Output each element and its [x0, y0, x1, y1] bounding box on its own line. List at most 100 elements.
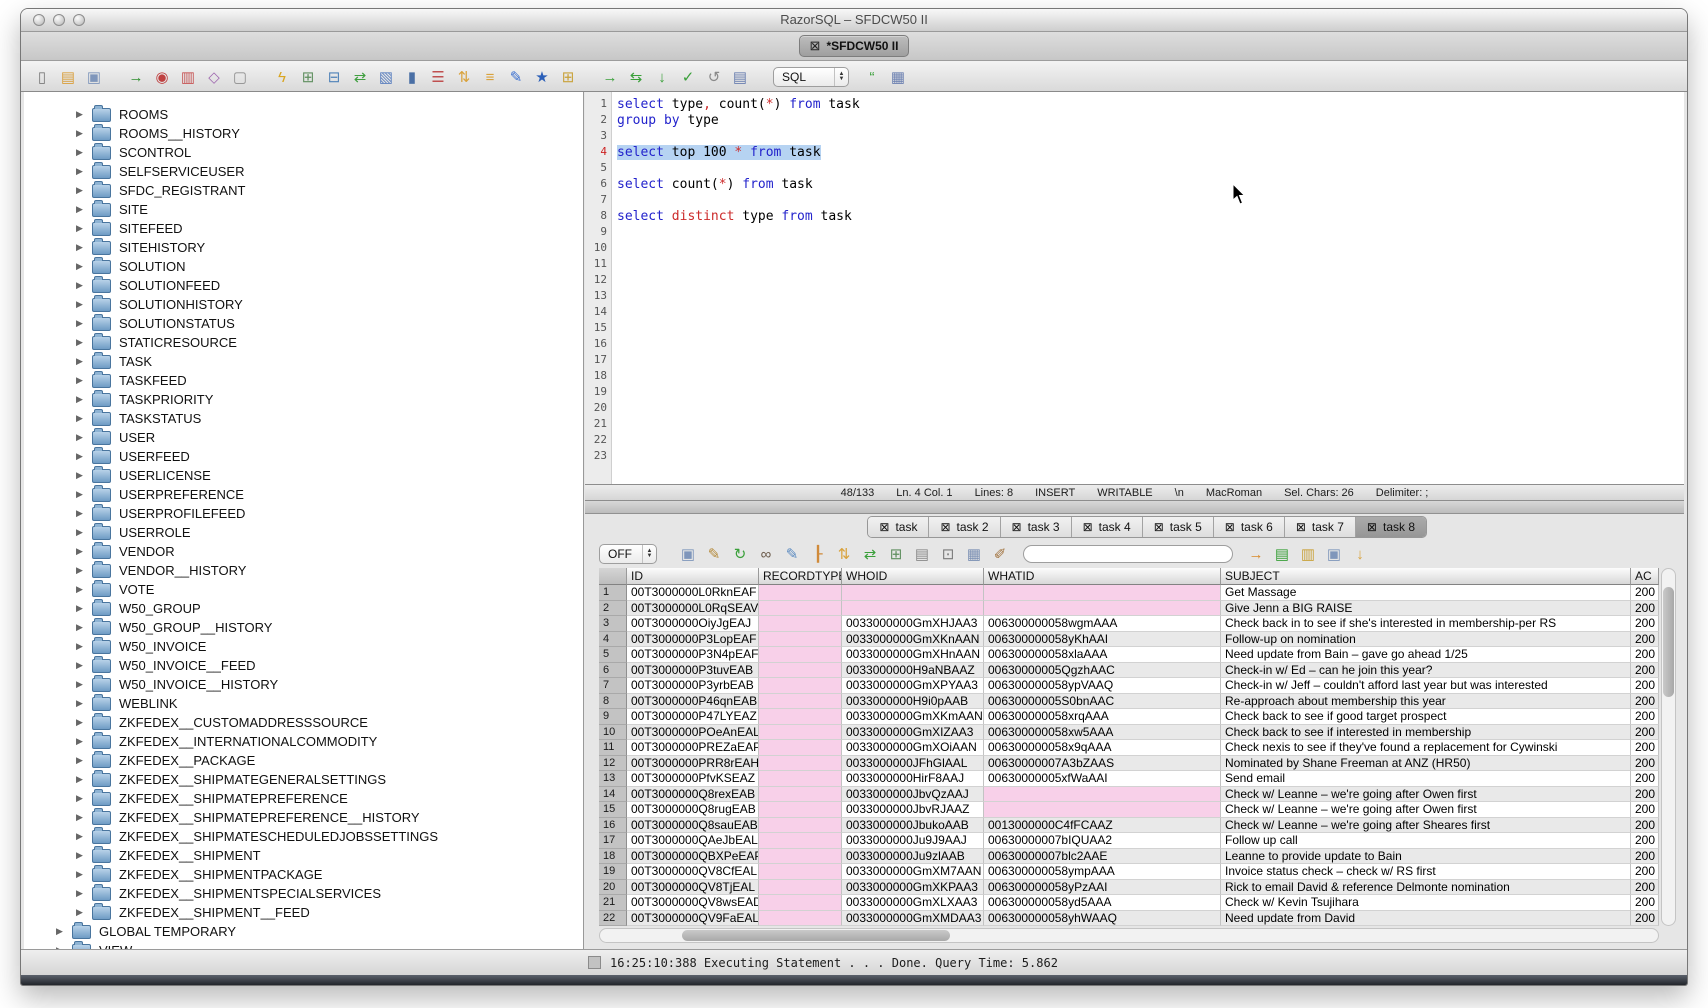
disclosure-triangle-icon[interactable]: ▶ — [74, 432, 85, 443]
cell-recordtypeid[interactable] — [759, 632, 842, 648]
tree-item-userfeed[interactable]: ▶USERFEED — [24, 447, 583, 466]
disclosure-triangle-icon[interactable]: ▶ — [74, 337, 85, 348]
cell-recordtypeid[interactable] — [759, 787, 842, 803]
close-tab-icon[interactable]: ⊠ — [940, 520, 950, 534]
tree-item-zkfedex-shipment[interactable]: ▶ZKFEDEX__SHIPMENT — [24, 846, 583, 865]
tree-item-w50-group-history[interactable]: ▶W50_GROUP__HISTORY — [24, 618, 583, 637]
stepper-icon[interactable]: ▲▼ — [642, 545, 656, 563]
disclosure-triangle-icon[interactable]: ▶ — [74, 128, 85, 139]
cell-ac[interactable]: 200 — [1631, 756, 1659, 772]
cell-recordtypeid[interactable] — [759, 601, 842, 617]
title-bar[interactable]: RazorSQL – SFDCW50 II — [21, 9, 1687, 32]
cell-id[interactable]: 00T3000000P47LYEAZ — [627, 709, 759, 725]
tree-item-taskpriority[interactable]: ▶TASKPRIORITY — [24, 390, 583, 409]
row-number[interactable]: 9 — [599, 709, 627, 725]
close-tab-icon[interactable]: ⊠ — [1012, 520, 1022, 534]
tree-item-selfserviceuser[interactable]: ▶SELFSERVICEUSER — [24, 162, 583, 181]
cell-whoid[interactable]: 0033000000H9i0pAAB — [842, 694, 984, 710]
cell-whatid[interactable]: 00630000005S0bnAAC — [984, 694, 1221, 710]
tab-task-6[interactable]: ⊠task 6 — [1214, 517, 1285, 537]
document-tab[interactable]: ⊠ *SFDCW50 II — [799, 35, 910, 57]
tree-item-zkfedex-internationalcommodity[interactable]: ▶ZKFEDEX__INTERNATIONALCOMMODITY — [24, 732, 583, 751]
column-header-recordtypeid[interactable]: RECORDTYPEID — [759, 568, 842, 585]
cell-subject[interactable]: Check back in to see if she's interested… — [1221, 616, 1631, 632]
cell-ac[interactable]: 200 — [1631, 725, 1659, 741]
cell-whoid[interactable]: 0033000000GmXKnAAN — [842, 632, 984, 648]
cell-ac[interactable]: 200 — [1631, 740, 1659, 756]
tree-item-task[interactable]: ▶TASK — [24, 352, 583, 371]
cell-whoid[interactable]: 0033000000GmXM7AAN — [842, 864, 984, 880]
tree-item-zkfedex-shipmentpackage[interactable]: ▶ZKFEDEX__SHIPMENTPACKAGE — [24, 865, 583, 884]
cell-whatid[interactable]: 006300000058ypVAAQ — [984, 678, 1221, 694]
close-tab-icon[interactable]: ⊠ — [810, 38, 821, 54]
sync-db-icon[interactable]: ⇄ — [861, 545, 879, 563]
add-notes-icon[interactable]: ▥ — [1299, 545, 1317, 563]
cell-ac[interactable]: 200 — [1631, 802, 1659, 818]
disclosure-triangle-icon[interactable]: ▶ — [74, 109, 85, 120]
disclosure-triangle-icon[interactable]: ▶ — [74, 413, 85, 424]
cell-ac[interactable]: 200 — [1631, 911, 1659, 927]
cell-recordtypeid[interactable] — [759, 616, 842, 632]
cell-recordtypeid[interactable] — [759, 880, 842, 896]
disclosure-triangle-icon[interactable]: ▶ — [74, 299, 85, 310]
vertical-scrollbar-thumb[interactable] — [1663, 587, 1674, 697]
tab-task-4[interactable]: ⊠task 4 — [1072, 517, 1143, 537]
describe-table-icon[interactable]: ▧ — [377, 68, 395, 86]
cell-whatid[interactable]: 006300000058yPzAAI — [984, 880, 1221, 896]
cell-subject[interactable]: Follow-up on nomination — [1221, 632, 1631, 648]
cell-ac[interactable]: 200 — [1631, 849, 1659, 865]
results-save-icon[interactable]: ▣ — [679, 545, 697, 563]
cell-ac[interactable]: 200 — [1631, 880, 1659, 896]
cell-whatid[interactable]: 006300000058yhWAAQ — [984, 911, 1221, 927]
cell-whatid[interactable]: 0013000000C4fFCAAZ — [984, 818, 1221, 834]
tree-item-zkfedex-shipmatescheduledjobssettings[interactable]: ▶ZKFEDEX__SHIPMATESCHEDULEDJOBSSETTINGS — [24, 827, 583, 846]
database-browser-tree[interactable]: ▶ROOMS▶ROOMS__HISTORY▶SCONTROL▶SELFSERVI… — [24, 92, 584, 949]
tree-item-zkfedex-shipmatepreference[interactable]: ▶ZKFEDEX__SHIPMATEPREFERENCE — [24, 789, 583, 808]
disclosure-triangle-icon[interactable]: ▶ — [74, 223, 85, 234]
cell-ac[interactable]: 200 — [1631, 694, 1659, 710]
cell-subject[interactable]: Send email — [1221, 771, 1631, 787]
tree-item-taskfeed[interactable]: ▶TASKFEED — [24, 371, 583, 390]
tree-item-taskstatus[interactable]: ▶TASKSTATUS — [24, 409, 583, 428]
cell-recordtypeid[interactable] — [759, 740, 842, 756]
cell-id[interactable]: 00T3000000Q8rugEAB — [627, 802, 759, 818]
cell-whoid[interactable]: 0033000000GmXIZAA3 — [842, 725, 984, 741]
cell-subject[interactable]: Check-in w/ Jeff – couldn't afford last … — [1221, 678, 1631, 694]
cell-whoid[interactable]: 0033000000GmXHJAA3 — [842, 616, 984, 632]
cell-id[interactable]: 00T3000000OiyJgEAJ — [627, 616, 759, 632]
view-glasses-icon[interactable]: ∞ — [757, 545, 775, 563]
disclosure-triangle-icon[interactable]: ▶ — [74, 698, 85, 709]
cell-id[interactable]: 00T3000000P3N4pEAF — [627, 647, 759, 663]
tree-item-vote[interactable]: ▶VOTE — [24, 580, 583, 599]
tree-item-sfdc-registrant[interactable]: ▶SFDC_REGISTRANT — [24, 181, 583, 200]
row-number[interactable]: 8 — [599, 694, 627, 710]
cell-subject[interactable]: Give Jenn a BIG RAISE — [1221, 601, 1631, 617]
cell-whoid[interactable]: 0033000000GmXHnAAN — [842, 647, 984, 663]
cell-subject[interactable]: Need update from David — [1221, 911, 1631, 927]
tab-task[interactable]: ⊠task — [868, 517, 929, 537]
cell-subject[interactable]: Invoice status check – check w/ RS first — [1221, 864, 1631, 880]
cell-id[interactable]: 00T3000000PREZaEAP — [627, 740, 759, 756]
cell-id[interactable]: 00T3000000POeAnEAL — [627, 725, 759, 741]
column-header-whatid[interactable]: WHATID — [984, 568, 1221, 585]
sql-editor[interactable]: 1234567891011121314151617181920212223 se… — [585, 92, 1684, 485]
stepper-icon[interactable]: ▲▼ — [834, 68, 848, 86]
disclosure-triangle-icon[interactable]: ▶ — [74, 394, 85, 405]
cell-whatid[interactable]: 006300000058yd5AAA — [984, 895, 1221, 911]
calculator-icon[interactable]: ▦ — [889, 68, 907, 86]
cell-whatid[interactable]: 00630000007bIQUAA2 — [984, 833, 1221, 849]
cell-subject[interactable]: Check w/ Leanne – we're going after Owen… — [1221, 802, 1631, 818]
disclosure-triangle-icon[interactable]: ▶ — [74, 812, 85, 823]
search-next-icon[interactable]: → — [1247, 545, 1265, 563]
connection-pin-icon[interactable]: ◉ — [153, 68, 171, 86]
tab-task-5[interactable]: ⊠task 5 — [1143, 517, 1214, 537]
disclosure-triangle-icon[interactable]: ▶ — [74, 166, 85, 177]
cell-recordtypeid[interactable] — [759, 833, 842, 849]
cell-recordtypeid[interactable] — [759, 818, 842, 834]
disclosure-triangle-icon[interactable]: ▶ — [74, 831, 85, 842]
cell-subject[interactable]: Re-approach about membership this year — [1221, 694, 1631, 710]
cell-subject[interactable]: Leanne to provide update to Bain — [1221, 849, 1631, 865]
minimize-window-button[interactable] — [53, 14, 65, 26]
form-view-icon[interactable]: ⊞ — [887, 545, 905, 563]
close-tab-icon[interactable]: ⊠ — [1367, 520, 1377, 534]
